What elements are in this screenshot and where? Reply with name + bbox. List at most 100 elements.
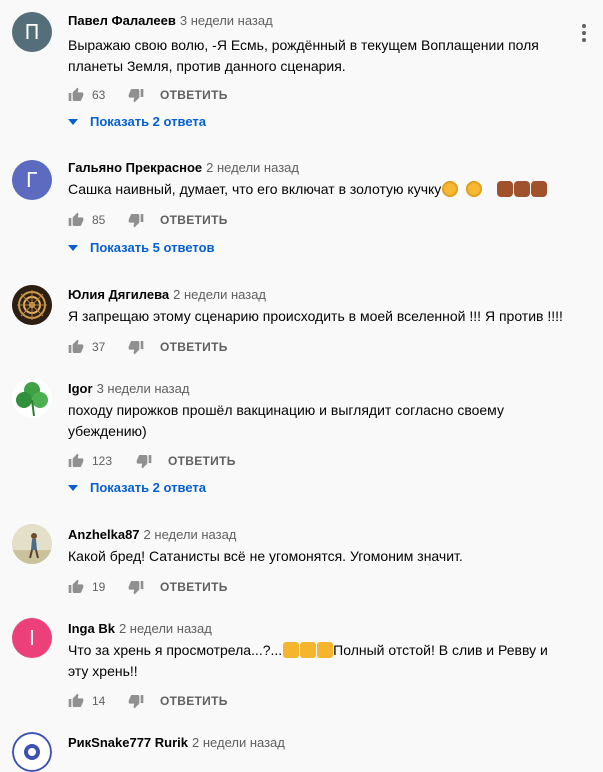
like-count: 85 [92,213,106,227]
reply-button[interactable]: ОТВЕТИТЬ [160,694,228,708]
thumbs-down-emoji-icon [300,642,317,658]
comment-time[interactable]: 2 недели назад [206,160,299,175]
thumbs-up-icon[interactable] [68,693,84,709]
ox-emoji-icon [497,181,514,197]
like-count: 63 [92,88,106,102]
comment-text-line: походу пирожков прошёл вакцинацию и выгл… [68,402,504,418]
thumbs-down-icon[interactable] [128,579,144,595]
show-replies-label: Показать 5 ответов [90,240,215,255]
mandala-avatar-image [12,285,52,325]
comment-time[interactable]: 3 недели назад [180,13,273,28]
comment-time[interactable]: 2 недели назад [192,735,285,750]
avatar[interactable] [12,285,52,325]
comment-header: Anzhelka87 2 недели назад [68,527,236,542]
thumbs-up-icon[interactable] [68,579,84,595]
comment-text-line: планеты Земля, против данного сценария. [68,58,346,74]
thumbs-down-icon[interactable] [128,87,144,103]
comment-text-line: Я запрещаю этому сценарию происходить в … [68,308,563,324]
comment-actions: 123 ОТВЕТИТЬ [68,451,236,471]
reply-button[interactable]: ОТВЕТИТЬ [168,454,236,468]
thumbs-up-icon[interactable] [68,453,84,469]
comment-header: Igor 3 недели назад [68,381,189,396]
thumbs-up-icon[interactable] [68,87,84,103]
avatar[interactable]: П [12,12,52,52]
ox-emoji-icon [514,181,531,197]
comment-text-line: эту хрень!! [68,663,138,679]
avatar[interactable] [12,524,52,564]
show-replies-button[interactable]: Показать 2 ответа [68,480,206,495]
thumbs-up-icon[interactable] [68,212,84,228]
thumbs-down-icon[interactable] [128,339,144,355]
like-count: 19 [92,580,106,594]
thumbs-down-icon[interactable] [128,212,144,228]
comment-text-part: Что за хрень я просмотрела...?... [68,642,283,658]
avatar-letter: П [24,20,40,44]
avatar[interactable]: I [12,618,52,658]
thumbs-down-emoji-icon [283,642,300,658]
clover-avatar-image [16,382,48,417]
comment-time[interactable]: 2 недели назад [173,287,266,302]
comment-text-line: Что за хрень я просмотрела...?... Полный … [68,640,568,661]
thumbs-down-icon[interactable] [128,693,144,709]
comment-text: Я запрещаю этому сценарию происходить в … [68,306,568,327]
comment-author[interactable]: Igor [68,381,93,396]
avatar-letter: Г [25,168,39,192]
comment-actions: 63 ОТВЕТИТЬ [68,85,228,105]
thumbs-down-emoji-icon [317,642,334,658]
comment-actions: 85 ОТВЕТИТЬ [68,210,228,230]
comment-text-line: Выражаю свою волю, -Я Есмь, рождённый в … [68,37,539,53]
like-count: 37 [92,340,106,354]
comment-time[interactable]: 2 недели назад [144,527,237,542]
avatar[interactable] [12,378,52,418]
reply-button[interactable]: ОТВЕТИТЬ [160,340,228,354]
reply-button[interactable]: ОТВЕТИТЬ [160,88,228,102]
comment-author[interactable]: Юлия Дягилева [68,287,169,302]
comment-actions: 19 ОТВЕТИТЬ [68,577,228,597]
comment-header: Гальяно Прекрасное 2 недели назад [68,160,299,175]
comment-header: PикSnake777 Rurik 2 недели назад [68,735,285,750]
logo-avatar-image [12,732,52,772]
comment-text: Сашка наивный, думает, что его включат в… [68,179,568,200]
comment-time[interactable]: 2 недели назад [119,621,212,636]
like-count: 123 [92,454,113,468]
show-replies-button[interactable]: Показать 2 ответа [68,114,206,129]
avatar[interactable]: Г [12,160,52,200]
thumbs-down-icon[interactable] [136,453,152,469]
show-replies-label: Показать 2 ответа [90,114,206,129]
photo-avatar-image [12,524,52,564]
heart-eyes-emoji-icon [466,181,483,197]
show-replies-button[interactable]: Показать 5 ответов [68,240,215,255]
comment-text-line: Какой бред! Сатанисты всё не угомонятся.… [68,548,463,564]
like-count: 14 [92,694,106,708]
chevron-down-icon [68,484,78,491]
comment-actions: 14 ОТВЕТИТЬ [68,691,228,711]
comment-time[interactable]: 3 недели назад [97,381,190,396]
show-replies-label: Показать 2 ответа [90,480,206,495]
avatar-letter: I [29,626,35,650]
comment-text-line: Сашка наивный, думает, что его включат в… [68,181,442,197]
heart-eyes-emoji-icon [442,181,459,197]
thumbs-up-icon[interactable] [68,339,84,355]
comment-text-part: Полный отстой! В слив и Ревву и [333,642,548,658]
reply-button[interactable]: ОТВЕТИТЬ [160,213,228,227]
chevron-down-icon [68,118,78,125]
comment-text-line: убеждению) [68,423,147,439]
comment-header: Павел Фалалеев 3 недели назад [68,13,273,28]
comment-author[interactable]: Anzhelka87 [68,527,140,542]
comment-author[interactable]: PикSnake777 Rurik [68,735,188,750]
more-actions-icon[interactable] [582,24,586,45]
comment-author[interactable]: Inga Bk [68,621,115,636]
comment-text: Что за хрень я просмотрела...?... Полный … [68,640,568,682]
comment-text: Какой бред! Сатанисты всё не угомонятся.… [68,546,568,567]
comment-actions: 37 ОТВЕТИТЬ [68,337,228,357]
comment-header: Юлия Дягилева 2 недели назад [68,287,266,302]
comment-author[interactable]: Гальяно Прекрасное [68,160,202,175]
comment-header: Inga Bk 2 недели назад [68,621,212,636]
ox-emoji-icon [531,181,548,197]
chevron-down-icon [68,244,78,251]
comment-author[interactable]: Павел Фалалеев [68,13,176,28]
avatar[interactable] [12,732,52,772]
comment-text: походу пирожков прошёл вакцинацию и выгл… [68,400,568,442]
comment-text: Выражаю свою волю, -Я Есмь, рождённый в … [68,35,568,77]
reply-button[interactable]: ОТВЕТИТЬ [160,580,228,594]
